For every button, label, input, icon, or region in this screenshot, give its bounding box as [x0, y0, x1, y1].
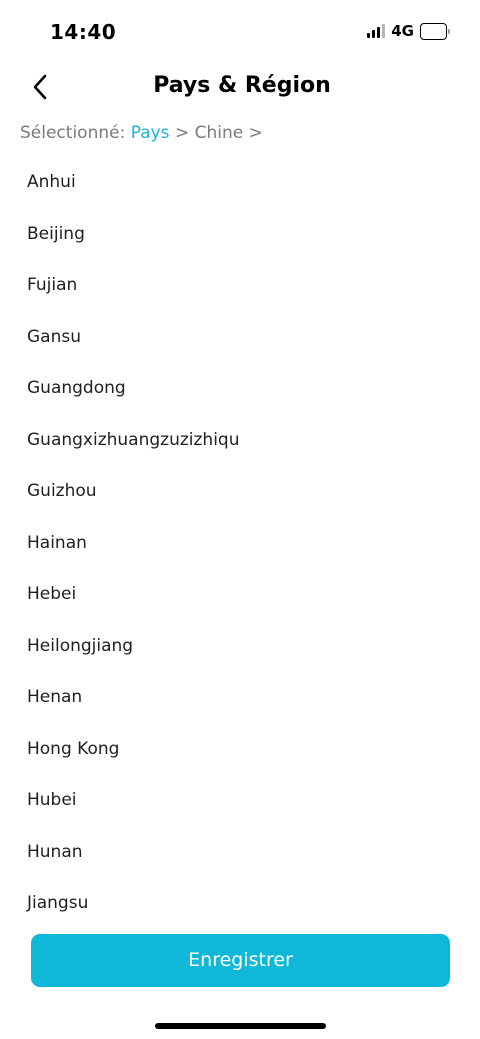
breadcrumb-current: > Chine >	[169, 123, 263, 143]
region-item[interactable]: Hunan	[0, 827, 480, 879]
region-item[interactable]: Guangxizhuangzuzizhiqu	[0, 415, 480, 467]
region-item[interactable]: Gansu	[0, 312, 480, 364]
region-item[interactable]: Hainan	[0, 518, 480, 570]
region-item[interactable]: Hong Kong	[0, 724, 480, 776]
status-indicators: 4G	[367, 22, 450, 40]
breadcrumb-link-country[interactable]: Pays	[131, 123, 170, 143]
breadcrumb: Sélectionné: Pays > Chine >	[20, 123, 263, 143]
status-time: 14:40	[50, 20, 117, 44]
region-item[interactable]: Anhui	[0, 157, 480, 209]
region-item[interactable]: Heilongjiang	[0, 621, 480, 673]
region-item[interactable]: Beijing	[0, 209, 480, 261]
home-indicator[interactable]	[155, 1023, 326, 1029]
region-item[interactable]: Henan	[0, 672, 480, 724]
battery-icon	[420, 22, 450, 40]
region-item[interactable]: Guangdong	[0, 363, 480, 415]
region-list: Anhui Beijing Fujian Gansu Guangdong Gua…	[0, 157, 480, 930]
region-item[interactable]: Fujian	[0, 260, 480, 312]
save-button[interactable]: Enregistrer	[31, 934, 450, 987]
cellular-signal-icon	[367, 24, 386, 38]
page-title: Pays & Région	[153, 73, 331, 98]
region-item[interactable]: Hubei	[0, 775, 480, 827]
network-type-label: 4G	[391, 22, 414, 40]
region-item[interactable]: Hebei	[0, 569, 480, 621]
navigation-header: Pays & Région	[0, 64, 480, 110]
region-item[interactable]: Guizhou	[0, 466, 480, 518]
region-item[interactable]: Jiangsu	[0, 878, 480, 930]
breadcrumb-prefix: Sélectionné:	[20, 123, 131, 143]
status-bar: 14:40 4G	[0, 0, 480, 64]
